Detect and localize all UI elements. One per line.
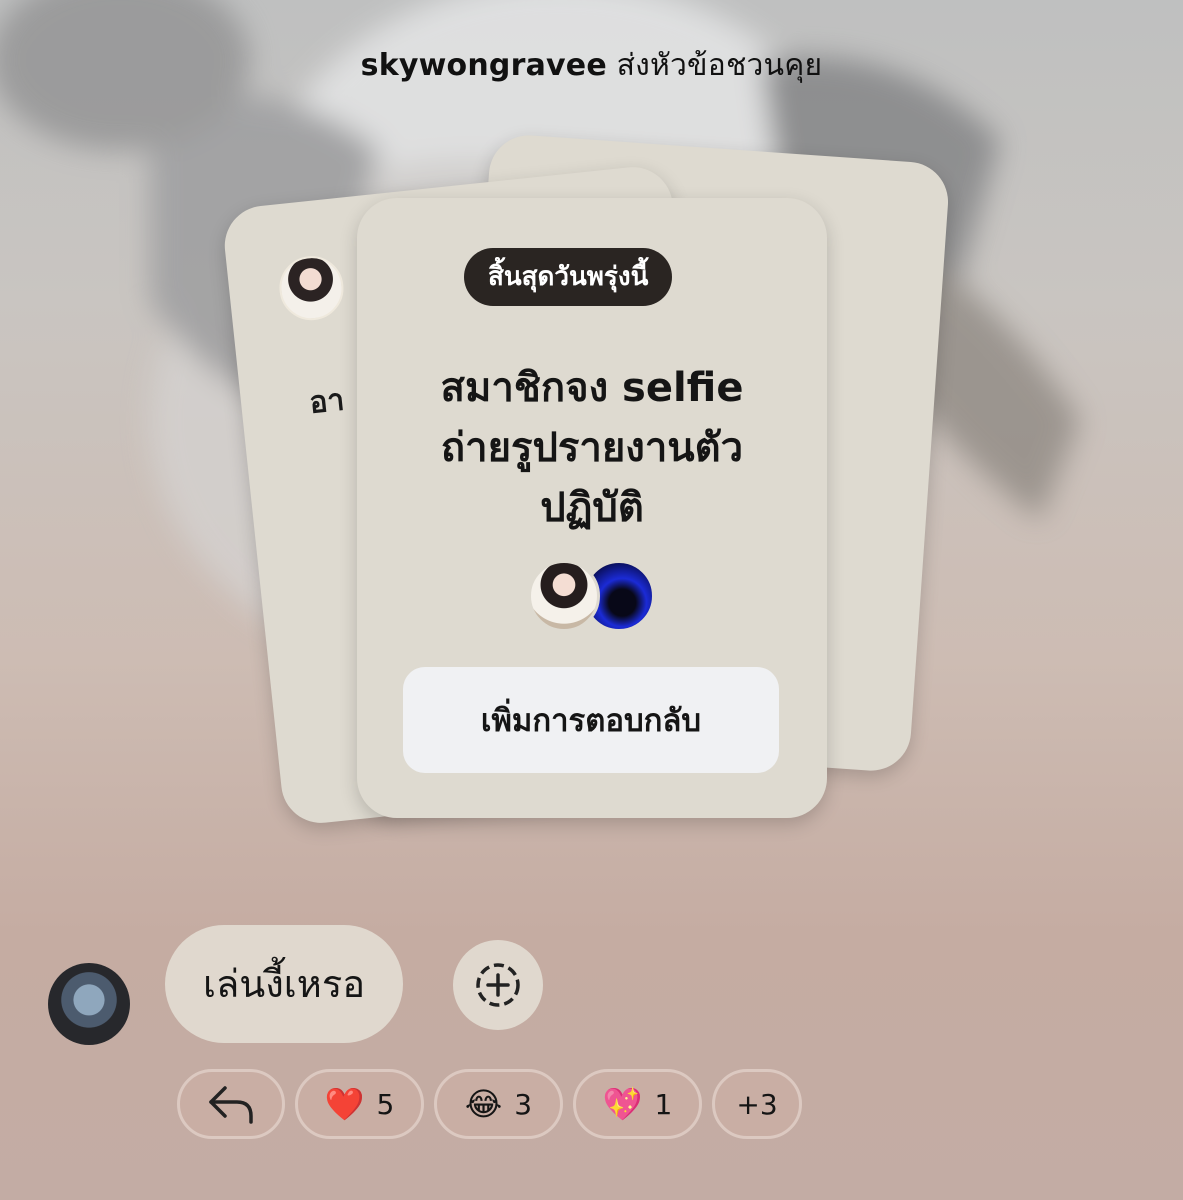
- tears-of-joy-emoji: 😂: [464, 1085, 503, 1123]
- prompt-text: สมาชิกจง selfie ถ่ายรูปรายงานตัว ปฏิบัติ: [377, 358, 807, 538]
- prompt-line-3: ปฏิบัติ: [540, 485, 644, 531]
- sparkling-heart-emoji: 💖: [602, 1085, 643, 1123]
- prompt-card[interactable]: สิ้นสุดวันพรุ่งนี้ สมาชิกจง selfie ถ่ายร…: [357, 198, 827, 818]
- prompt-line-2: ถ่ายรูปรายงานตัว: [440, 425, 744, 471]
- back-card-avatar: [276, 252, 347, 324]
- participant-avatars[interactable]: [528, 560, 658, 632]
- sender-avatar[interactable]: [48, 963, 130, 1045]
- expiry-badge: สิ้นสุดวันพรุ่งนี้: [464, 248, 673, 306]
- reaction-count: 1: [654, 1087, 673, 1121]
- reaction-heart[interactable]: ❤️ 5: [295, 1069, 424, 1139]
- back-card-text: อา: [307, 382, 347, 421]
- add-reaction-button[interactable]: [453, 940, 543, 1030]
- username[interactable]: skywongravee: [361, 48, 607, 83]
- participant-avatar-1: [528, 560, 600, 632]
- more-reactions-button[interactable]: +3: [712, 1069, 802, 1139]
- reply-button[interactable]: [177, 1069, 285, 1139]
- reaction-bar: ❤️ 5 😂 3 💖 1 +3: [177, 1069, 802, 1139]
- reaction-count: 5: [376, 1087, 395, 1121]
- prompt-line-1: สมาชิกจง selfie: [440, 365, 744, 411]
- add-reaction-icon: [476, 963, 520, 1007]
- reaction-count: 3: [514, 1087, 533, 1121]
- reaction-laugh[interactable]: 😂 3: [434, 1069, 563, 1139]
- reply-arrow-icon: [209, 1086, 253, 1124]
- header-action-text: ส่งหัวข้อชวนคุย: [616, 48, 823, 83]
- more-reactions-count: +3: [736, 1087, 778, 1121]
- conversation-header: skywongravee ส่งหัวข้อชวนคุย: [0, 42, 1183, 89]
- reaction-sparkling-heart[interactable]: 💖 1: [573, 1069, 702, 1139]
- red-heart-emoji: ❤️: [324, 1085, 365, 1123]
- add-reply-button[interactable]: เพิ่มการตอบกลับ: [403, 667, 779, 773]
- message-bubble[interactable]: เล่นงี้เหรอ: [165, 925, 404, 1043]
